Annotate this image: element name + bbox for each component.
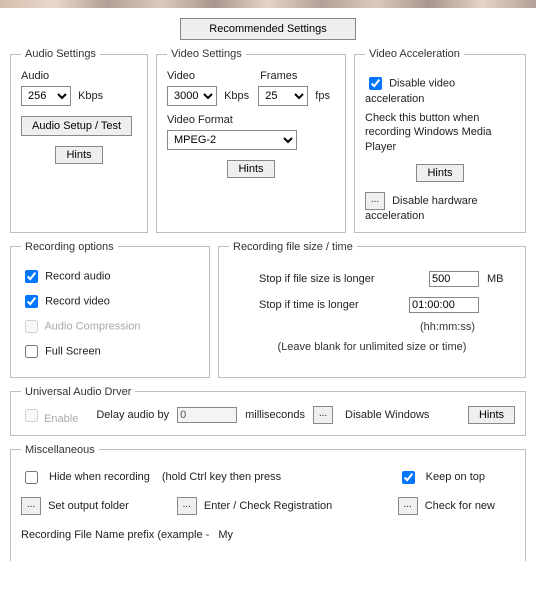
video-frames-label: Frames <box>260 70 320 82</box>
stop-time-input[interactable] <box>409 297 479 313</box>
accel-hints-button[interactable]: Hints <box>416 164 463 182</box>
stop-file-size-input[interactable] <box>429 271 479 287</box>
enter-check-registration-label: Enter / Check Registration <box>204 500 332 512</box>
keep-on-top-checkbox[interactable] <box>402 471 415 484</box>
video-frames-unit: fps <box>315 90 330 102</box>
full-screen-checkbox[interactable] <box>25 345 38 358</box>
disable-video-accel-checkbox[interactable] <box>369 77 382 90</box>
miscellaneous-group: Miscellaneous Hide when recording (hold … <box>10 444 526 561</box>
video-bitrate-label: Video <box>167 70 227 82</box>
video-acceleration-group: Video Acceleration Disable video acceler… <box>354 48 526 233</box>
keep-on-top-label: Keep on top <box>426 471 485 483</box>
universal-audio-driver-group: Universal Audio Drver Enable Delay audio… <box>10 386 526 436</box>
disable-hw-accel-button[interactable]: ... <box>365 192 385 210</box>
hide-when-recording-note: (hold Ctrl key then press <box>162 471 281 483</box>
uad-hints-button[interactable]: Hints <box>468 406 515 424</box>
video-format-label: Video Format <box>167 114 335 126</box>
video-frames-select[interactable]: 25 <box>258 86 308 106</box>
check-for-new-button[interactable]: ... <box>398 497 418 515</box>
recording-options-legend: Recording options <box>21 241 118 253</box>
uad-enable-label: Enable <box>44 413 78 425</box>
video-settings-group: Video Settings Video Frames 3000 Kbps 25… <box>156 48 346 233</box>
filename-prefix-label: Recording File Name prefix (example - <box>21 529 209 541</box>
audio-bitrate-label: Audio <box>21 70 137 82</box>
stop-file-size-unit: MB <box>479 273 515 285</box>
uad-disable-windows-label: Disable Windows <box>345 409 429 421</box>
video-bitrate-unit: Kbps <box>224 90 249 102</box>
audio-compression-checkbox <box>25 320 38 333</box>
audio-settings-group: Audio Settings Audio 256 Kbps Audio Setu… <box>10 48 148 233</box>
full-screen-label: Full Screen <box>45 345 101 357</box>
filename-prefix-value: My <box>218 529 233 541</box>
audio-compression-label: Audio Compression <box>44 320 140 332</box>
video-acceleration-legend: Video Acceleration <box>365 48 464 60</box>
video-accel-note: Check this button when recording Windows… <box>365 111 515 154</box>
hide-when-recording-checkbox[interactable] <box>25 471 38 484</box>
stop-file-size-label: Stop if file size is longer <box>229 273 399 285</box>
window-top-strip <box>0 0 536 8</box>
audio-settings-legend: Audio Settings <box>21 48 100 60</box>
check-for-new-label: Check for new <box>425 500 495 512</box>
video-hints-button[interactable]: Hints <box>227 160 274 178</box>
record-audio-label: Record audio <box>45 270 110 282</box>
recording-file-size-time-legend: Recording file size / time <box>229 241 357 253</box>
miscellaneous-legend: Miscellaneous <box>21 444 99 456</box>
recording-file-size-time-group: Recording file size / time Stop if file … <box>218 241 526 378</box>
uad-delay-label: Delay audio by <box>96 409 169 421</box>
audio-setup-test-button[interactable]: Audio Setup / Test <box>21 116 132 136</box>
uad-delay-unit: milliseconds <box>245 409 305 421</box>
video-settings-legend: Video Settings <box>167 48 246 60</box>
set-output-folder-label: Set output folder <box>48 500 129 512</box>
record-audio-checkbox[interactable] <box>25 270 38 283</box>
audio-bitrate-unit: Kbps <box>78 90 103 102</box>
record-video-checkbox[interactable] <box>25 295 38 308</box>
video-bitrate-select[interactable]: 3000 <box>167 86 217 106</box>
video-format-select[interactable]: MPEG-2 <box>167 130 297 150</box>
audio-bitrate-select[interactable]: 256 <box>21 86 71 106</box>
recommended-settings-button[interactable]: Recommended Settings <box>180 18 355 40</box>
record-video-label: Record video <box>45 295 110 307</box>
uad-enable-checkbox <box>25 409 38 422</box>
hide-when-recording-label: Hide when recording <box>49 471 150 483</box>
uad-delay-input <box>177 407 237 423</box>
enter-check-registration-button[interactable]: ... <box>177 497 197 515</box>
uad-disable-windows-button[interactable]: ... <box>313 406 333 424</box>
universal-audio-driver-legend: Universal Audio Drver <box>21 386 135 398</box>
settings-panel: Recommended Settings Audio Settings Audi… <box>0 8 536 579</box>
set-output-folder-button[interactable]: ... <box>21 497 41 515</box>
stop-time-label: Stop if time is longer <box>229 299 399 311</box>
audio-hints-button[interactable]: Hints <box>55 146 102 164</box>
blank-note: (Leave blank for unlimited size or time) <box>229 341 515 353</box>
recording-options-group: Recording options Record audio Record vi… <box>10 241 210 378</box>
stop-time-unit: (hh:mm:ss) <box>229 321 515 333</box>
